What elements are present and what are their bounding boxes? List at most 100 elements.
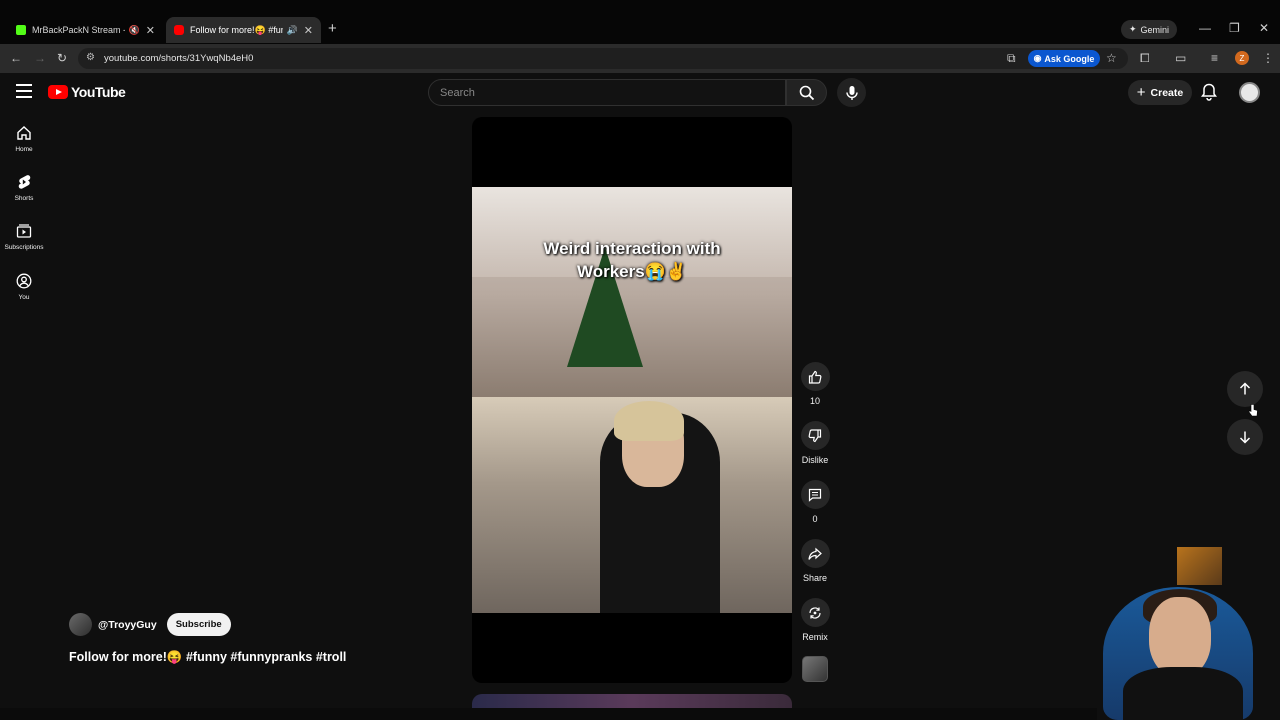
minimize-icon[interactable]: — [1199, 21, 1211, 35]
microphone-icon [845, 85, 858, 100]
share-action: Share [795, 539, 835, 583]
channel-avatar[interactable] [69, 613, 92, 636]
hamburger-menu-icon[interactable] [16, 84, 32, 98]
sidebar-item-shorts[interactable]: Shorts [0, 174, 48, 202]
channel-info: @TroyyGuy Subscribe [69, 613, 231, 636]
search-input[interactable] [429, 80, 785, 105]
search-box [428, 79, 786, 106]
next-short-button[interactable] [1227, 419, 1263, 455]
url-text: youtube.com/shorts/31YwqNb4eH0 [104, 53, 254, 64]
reload-icon[interactable]: ↻ [57, 51, 67, 65]
search-button[interactable] [786, 79, 827, 106]
menu-kebab-icon[interactable]: ⋮ [1262, 51, 1274, 65]
like-button[interactable] [800, 362, 830, 391]
sidebar-item-subscriptions[interactable]: Subscriptions [0, 223, 48, 251]
browser-tab-kick[interactable]: MrBackPackN Stream - Wa 🔇 ✕ [8, 17, 163, 43]
browser-tab-youtube[interactable]: Follow for more!😝 #funny 🔊 ✕ [166, 17, 321, 43]
dislike-label: Dislike [801, 455, 829, 465]
back-icon[interactable]: ← [10, 51, 22, 65]
create-button[interactable]: + Create [1128, 80, 1192, 105]
site-info-icon[interactable]: ⚙ [86, 52, 95, 63]
plus-icon: + [1136, 84, 1146, 101]
webcam-wall-poster [1177, 547, 1222, 585]
youtube-logo-text: YouTube [71, 84, 126, 100]
video-description[interactable]: Follow for more!😝 #funny #funnypranks #t… [69, 650, 346, 665]
comments-action: 0 [795, 480, 835, 524]
hand-cursor-icon [1248, 404, 1258, 417]
thumbs-up-icon [808, 370, 822, 384]
sound-thumbnail[interactable] [802, 656, 828, 682]
address-bar[interactable]: ⚙ youtube.com/shorts/31YwqNb4eH0 ⧉ ◉ Ask… [78, 48, 1128, 69]
dislike-button[interactable] [800, 421, 830, 450]
voice-search-button[interactable] [837, 78, 866, 107]
sidebar-item-you[interactable]: You [0, 273, 48, 301]
like-count: 10 [809, 396, 820, 406]
arrow-up-icon [1239, 382, 1251, 395]
shorts-video-player[interactable]: Weird interaction with Workers😭✌️ [472, 117, 792, 683]
notifications-button[interactable] [1201, 83, 1217, 106]
previous-short-button[interactable] [1227, 371, 1263, 407]
sidebar-item-label: Shorts [14, 195, 34, 202]
remix-label: Remix [802, 632, 828, 642]
youtube-logo[interactable]: YouTube [48, 84, 126, 100]
video-caption-line: Weird interaction with [543, 239, 721, 258]
share-icon [808, 547, 822, 560]
page-bottom-strip [0, 708, 1097, 720]
account-avatar[interactable] [1239, 82, 1260, 103]
close-window-icon[interactable]: ✕ [1259, 21, 1269, 35]
tab-title: MrBackPackN Stream - Wa [32, 25, 125, 35]
video-caption-line: Workers😭✌️ [576, 262, 688, 281]
forward-icon[interactable]: → [34, 51, 46, 65]
gemini-button[interactable]: ✦ Gemini [1121, 20, 1177, 39]
comment-count: 0 [812, 514, 818, 524]
search-icon [799, 85, 814, 100]
ask-google-label: Ask Google [1044, 53, 1095, 64]
kick-favicon-icon [16, 25, 26, 35]
extensions-icon[interactable]: ⧠ [1140, 51, 1150, 66]
lens-icon: ◉ [1033, 53, 1042, 63]
home-icon [17, 126, 31, 140]
muted-icon[interactable]: 🔇 [129, 25, 140, 36]
share-label: Share [802, 573, 828, 583]
thumbs-down-icon [808, 428, 822, 442]
sidebar-item-label: Subscriptions [4, 244, 44, 251]
remix-button[interactable] [800, 598, 830, 627]
remix-icon [809, 606, 821, 619]
comments-button[interactable] [800, 480, 830, 509]
webcam-overlay [1097, 537, 1280, 720]
sidebar-item-label: Home [15, 146, 33, 153]
side-panel-icon[interactable]: ▭ [1175, 51, 1186, 65]
ask-google-button[interactable]: ◉ Ask Google [1028, 50, 1100, 67]
like-action: 10 [795, 362, 835, 406]
new-tab-button[interactable]: + [328, 20, 337, 37]
browser-toolbar: ← → ↻ ⚙ youtube.com/shorts/31YwqNb4eH0 ⧉… [0, 44, 1280, 73]
arrow-down-icon [1239, 431, 1251, 444]
sidebar-item-home[interactable]: Home [0, 125, 48, 153]
youtube-play-icon [48, 85, 68, 99]
install-app-icon[interactable]: ⧉ [1007, 51, 1016, 66]
restore-icon[interactable]: ❐ [1229, 21, 1240, 35]
close-tab-icon[interactable]: ✕ [146, 24, 155, 37]
share-button[interactable] [800, 539, 830, 568]
remix-action: Remix [795, 598, 835, 642]
sidebar-item-label: You [18, 294, 30, 301]
dislike-action: Dislike [795, 421, 835, 465]
profile-avatar[interactable]: Z [1235, 51, 1249, 65]
browser-tab-strip: MrBackPackN Stream - Wa 🔇 ✕ Follow for m… [0, 0, 1280, 44]
bell-icon [1201, 83, 1217, 101]
gemini-label: Gemini [1140, 24, 1170, 35]
webcam-streamer-body [1123, 667, 1243, 720]
media-controls-icon[interactable]: ≡ [1211, 51, 1218, 65]
channel-name[interactable]: @TroyyGuy [98, 619, 157, 631]
subscriptions-icon [16, 224, 32, 238]
bookmark-star-icon[interactable]: ☆ [1106, 51, 1117, 65]
subscribe-button[interactable]: Subscribe [166, 613, 231, 636]
video-scene-hair [614, 401, 684, 441]
speaker-icon[interactable]: 🔊 [287, 25, 298, 36]
shorts-icon [18, 175, 31, 189]
video-caption: Weird interaction with Workers😭✌️ [472, 237, 792, 283]
close-tab-icon[interactable]: ✕ [304, 24, 313, 37]
comment-icon [808, 488, 822, 502]
youtube-favicon-icon [174, 25, 184, 35]
youtube-header: YouTube + Create [0, 73, 1280, 113]
